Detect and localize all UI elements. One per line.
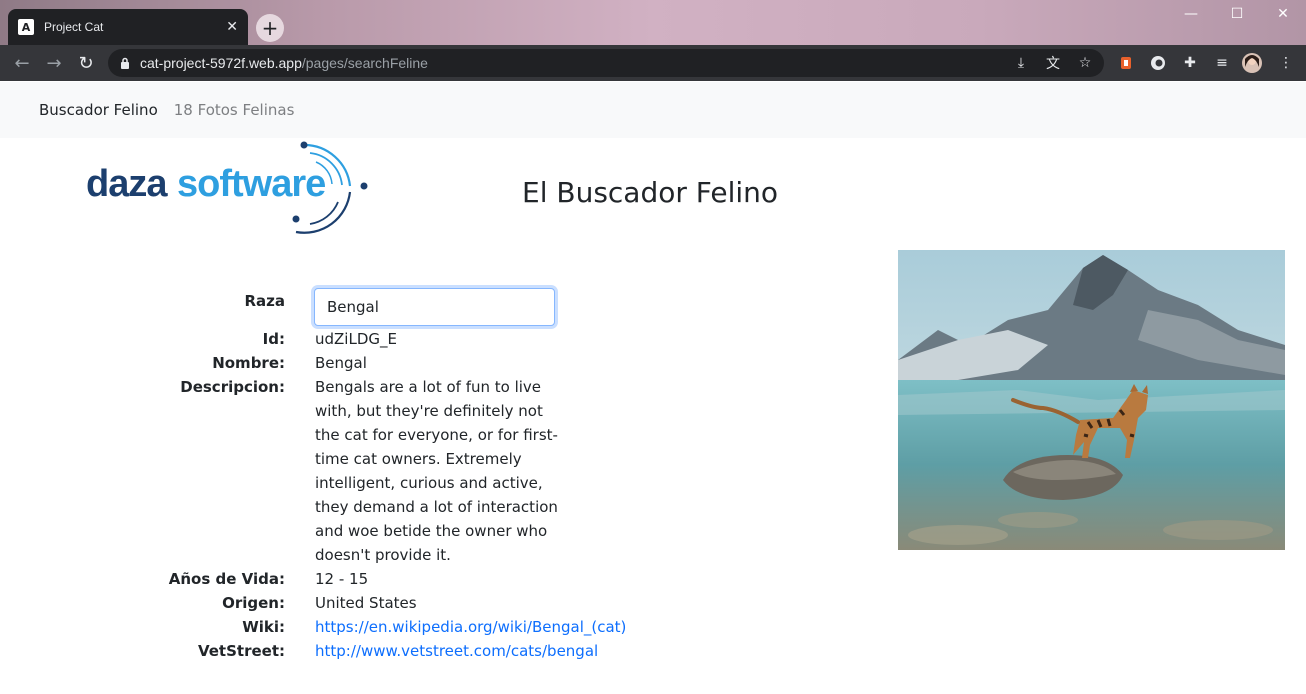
raza-label: Raza — [244, 292, 285, 310]
life-span-label: Años de Vida: — [168, 570, 285, 588]
extensions-puzzle-icon[interactable]: ✚ — [1180, 53, 1200, 73]
window-close-icon[interactable]: ✕ — [1260, 0, 1306, 28]
extension-icon[interactable] — [1116, 53, 1136, 73]
vetstreet-link[interactable]: http://www.vetstreet.com/cats/bengal — [315, 642, 598, 660]
description-value: Bengals are a lot of fun to live with, b… — [315, 378, 558, 564]
navbar-photos-link[interactable]: 18 Fotos Felinas — [174, 101, 295, 119]
wiki-label: Wiki: — [242, 618, 285, 636]
lock-icon — [121, 57, 129, 69]
logo-text-software: software — [177, 163, 325, 205]
vetstreet-label: VetStreet: — [197, 642, 285, 660]
media-queue-icon[interactable]: ≡ — [1212, 53, 1232, 73]
page-title: El Buscador Felino — [522, 176, 779, 209]
bookmark-star-icon[interactable]: ☆ — [1076, 54, 1094, 72]
daza-software-logo: daza software — [86, 141, 368, 234]
name-value: Bengal — [315, 354, 367, 372]
url-host: cat-project-5972f.web.app — [140, 55, 302, 71]
navbar-brand-link[interactable]: Buscador Felino — [39, 101, 158, 119]
cat-photo — [898, 250, 1285, 550]
tab-close-icon[interactable]: ✕ — [226, 20, 238, 34]
install-app-icon[interactable]: ⤓ — [1012, 54, 1030, 72]
forward-icon[interactable]: → — [42, 51, 66, 75]
new-tab-button[interactable]: + — [256, 14, 284, 42]
url-path: /pages/searchFeline — [301, 55, 428, 71]
chrome-menu-icon[interactable]: ⋮ — [1276, 53, 1296, 73]
description-label: Descripcion: — [180, 378, 285, 396]
id-value: udZiLDG_E — [315, 330, 397, 348]
browser-toolbar: ← → ↻ cat-project-5972f.web.app/pages/se… — [0, 45, 1306, 81]
address-bar[interactable]: cat-project-5972f.web.app/pages/searchFe… — [108, 49, 1104, 77]
raza-input[interactable] — [314, 288, 555, 326]
wiki-link[interactable]: https://en.wikipedia.org/wiki/Bengal_(ca… — [315, 618, 626, 636]
profile-avatar[interactable] — [1242, 53, 1262, 73]
browser-titlebar: A Project Cat ✕ + — ☐ ✕ — [0, 0, 1306, 45]
minimize-icon[interactable]: — — [1168, 0, 1214, 28]
translate-icon[interactable]: 文 — [1044, 54, 1062, 72]
angular-icon: A — [18, 19, 34, 35]
maximize-icon[interactable]: ☐ — [1214, 0, 1260, 28]
extension-circle-icon[interactable] — [1148, 53, 1168, 73]
id-label: Id: — [262, 330, 285, 348]
life-span-value: 12 - 15 — [315, 570, 369, 588]
origin-value: United States — [315, 594, 417, 612]
browser-tab[interactable]: A Project Cat ✕ — [8, 9, 248, 45]
tab-title: Project Cat — [44, 20, 104, 34]
logo-text-daza: daza — [86, 163, 168, 205]
origin-label: Origen: — [222, 594, 285, 612]
reload-icon[interactable]: ↻ — [74, 51, 98, 75]
back-icon[interactable]: ← — [10, 51, 34, 75]
name-label: Nombre: — [212, 354, 285, 372]
site-navbar: Buscador Felino 18 Fotos Felinas — [0, 82, 1306, 138]
